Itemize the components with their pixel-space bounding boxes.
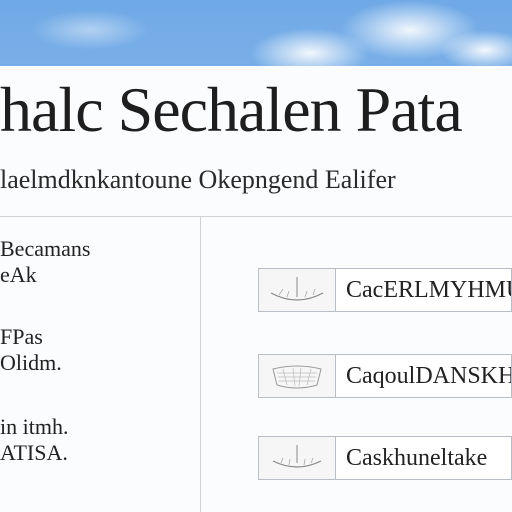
left-item-line1: Becamans — [0, 236, 91, 261]
option-row[interactable]: CaqoulDANSKH — [258, 354, 512, 398]
divider — [0, 216, 512, 217]
left-list-item: in itmh. ATISA. — [0, 414, 120, 466]
option-label: Caskhuneltake — [346, 445, 488, 471]
option-row[interactable]: CacERLMYHMUD — [258, 268, 512, 312]
left-list-item: Becamans eAk — [0, 236, 120, 288]
boat-sketch-icon — [259, 269, 336, 311]
left-item-line2: eAk — [0, 262, 37, 287]
content-panel: halc Sechalen Pata laelmdknkantoune Okep… — [0, 66, 512, 512]
option-label: CacERLMYHMUD — [346, 277, 511, 303]
left-item-line2: ATISA. — [0, 440, 68, 465]
option-row[interactable]: Caskhuneltake — [258, 436, 512, 480]
cloud-decoration — [440, 30, 512, 70]
option-label: CaqoulDANSKH — [346, 363, 511, 389]
page-title: halc Sechalen Pata — [0, 74, 463, 145]
column-divider — [200, 216, 201, 512]
basket-sketch-icon — [259, 355, 336, 397]
left-item-line1: FPas — [0, 324, 43, 349]
left-list-item: FPas Olidm. — [0, 324, 120, 376]
page-subtitle: laelmdknkantoune Okepngend Ealifer — [0, 165, 396, 194]
left-item-line2: Olidm. — [0, 350, 62, 375]
left-item-line1: in itmh. — [0, 414, 69, 439]
cloud-decoration — [30, 10, 150, 50]
boat-sketch-icon — [259, 437, 336, 479]
